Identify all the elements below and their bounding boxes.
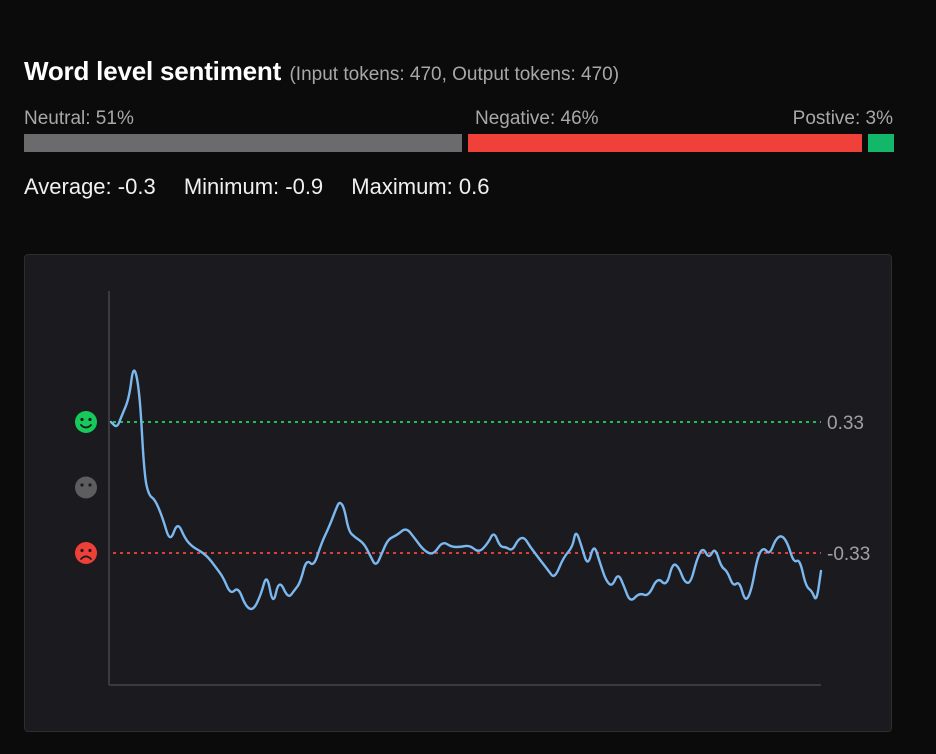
maximum-stat: Maximum: 0.6: [351, 174, 490, 199]
neutral-label: Neutral: 51%: [24, 108, 134, 129]
positive-label: Postive: 3%: [792, 108, 893, 129]
neutral-face-icon: [75, 476, 97, 499]
sentiment-line-chart: 0.33 -0.33: [75, 291, 870, 686]
minimum-stat: Minimum: -0.9: [183, 174, 324, 199]
negative-label: Negative: 46%: [475, 108, 599, 129]
negative-bar: [467, 134, 863, 152]
stats-row: Average: -0.3 Minimum: -0.9 Maximum: 0.6: [24, 174, 511, 200]
positive-bar: [868, 134, 894, 152]
positive-face-icon: [75, 411, 97, 433]
threshold-label-negative: -0.33: [827, 544, 870, 565]
average-stat: Average: -0.3: [24, 174, 156, 199]
header: Word level sentiment (Input tokens: 470,…: [24, 56, 619, 87]
page-title: Word level sentiment: [24, 56, 282, 86]
neutral-bar: [24, 134, 462, 152]
token-count-subtitle: (Input tokens: 470, Output tokens: 470): [289, 64, 620, 85]
sentiment-chart-panel: 0.33 -0.33: [24, 254, 892, 732]
threshold-label-positive: 0.33: [827, 413, 864, 434]
negative-face-icon: [75, 542, 97, 564]
sentiment-series-line: [109, 369, 823, 611]
